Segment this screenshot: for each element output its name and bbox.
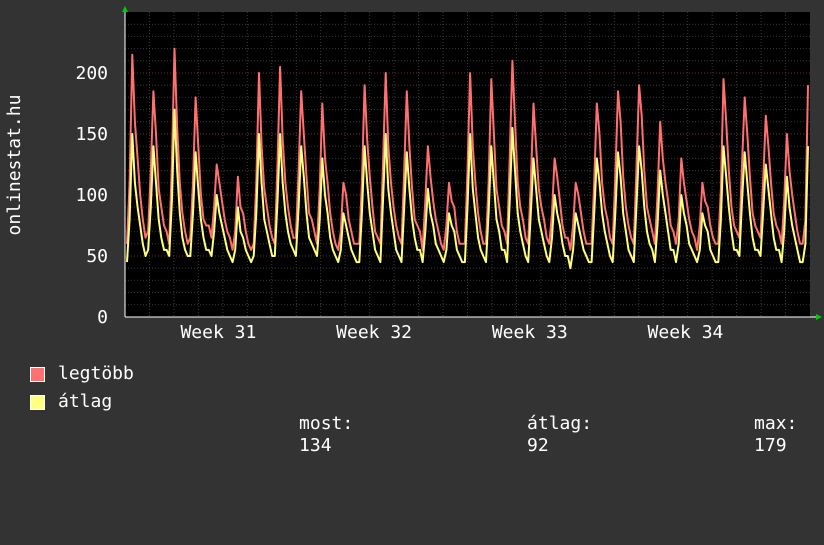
line-chart: 050100150200 Week 31 Week 32 Week 33 Week 3… <box>4 6 822 343</box>
y-tick-label: 50 <box>86 246 108 267</box>
y-axis-ticks: 0 50 100 150 200 <box>75 63 108 328</box>
y-tick-label: 150 <box>75 124 108 145</box>
stat-max: max: 179 <box>689 391 797 479</box>
legend-row-legtobb: legtöbb <box>30 363 134 385</box>
y-tick-label: 0 <box>97 307 108 328</box>
atlag-swatch <box>30 395 45 410</box>
x-tick-label: Week 31 <box>180 322 256 343</box>
stat-most: most: 134 <box>234 391 353 479</box>
max-value: 179 <box>754 435 787 456</box>
x-tick-label: Week 32 <box>336 322 412 343</box>
atlag-stat-label: átlag: <box>527 413 593 434</box>
stat-atlag: átlag: 92 <box>462 391 592 479</box>
x-axis-arrow <box>816 314 822 320</box>
legtobb-swatch <box>30 367 45 382</box>
y-axis-label: onlinestat.hu <box>4 95 25 236</box>
x-tick-label: Week 34 <box>648 322 724 343</box>
y-tick-label: 200 <box>75 63 108 84</box>
legtobb-label: legtöbb <box>58 363 134 384</box>
legend-row-atlag: átlag most: 134 átlag: 92 max: 179 <box>30 391 820 456</box>
most-value: 134 <box>299 435 332 456</box>
chart-root: 0 50 100 150 200 Week 31 Week 32 Week 33 Week 3… <box>0 0 824 456</box>
max-label: max: <box>754 413 798 434</box>
x-tick-label: Week 33 <box>492 322 568 343</box>
x-axis-ticks: Week 31 Week 32 Week 33 Week 34 <box>180 322 723 343</box>
y-tick-label: 100 <box>75 185 108 206</box>
atlag-value: 92 <box>527 435 549 456</box>
atlag-label: átlag <box>58 391 113 412</box>
y-axis-arrow <box>122 6 128 12</box>
most-label: most: <box>299 413 354 434</box>
